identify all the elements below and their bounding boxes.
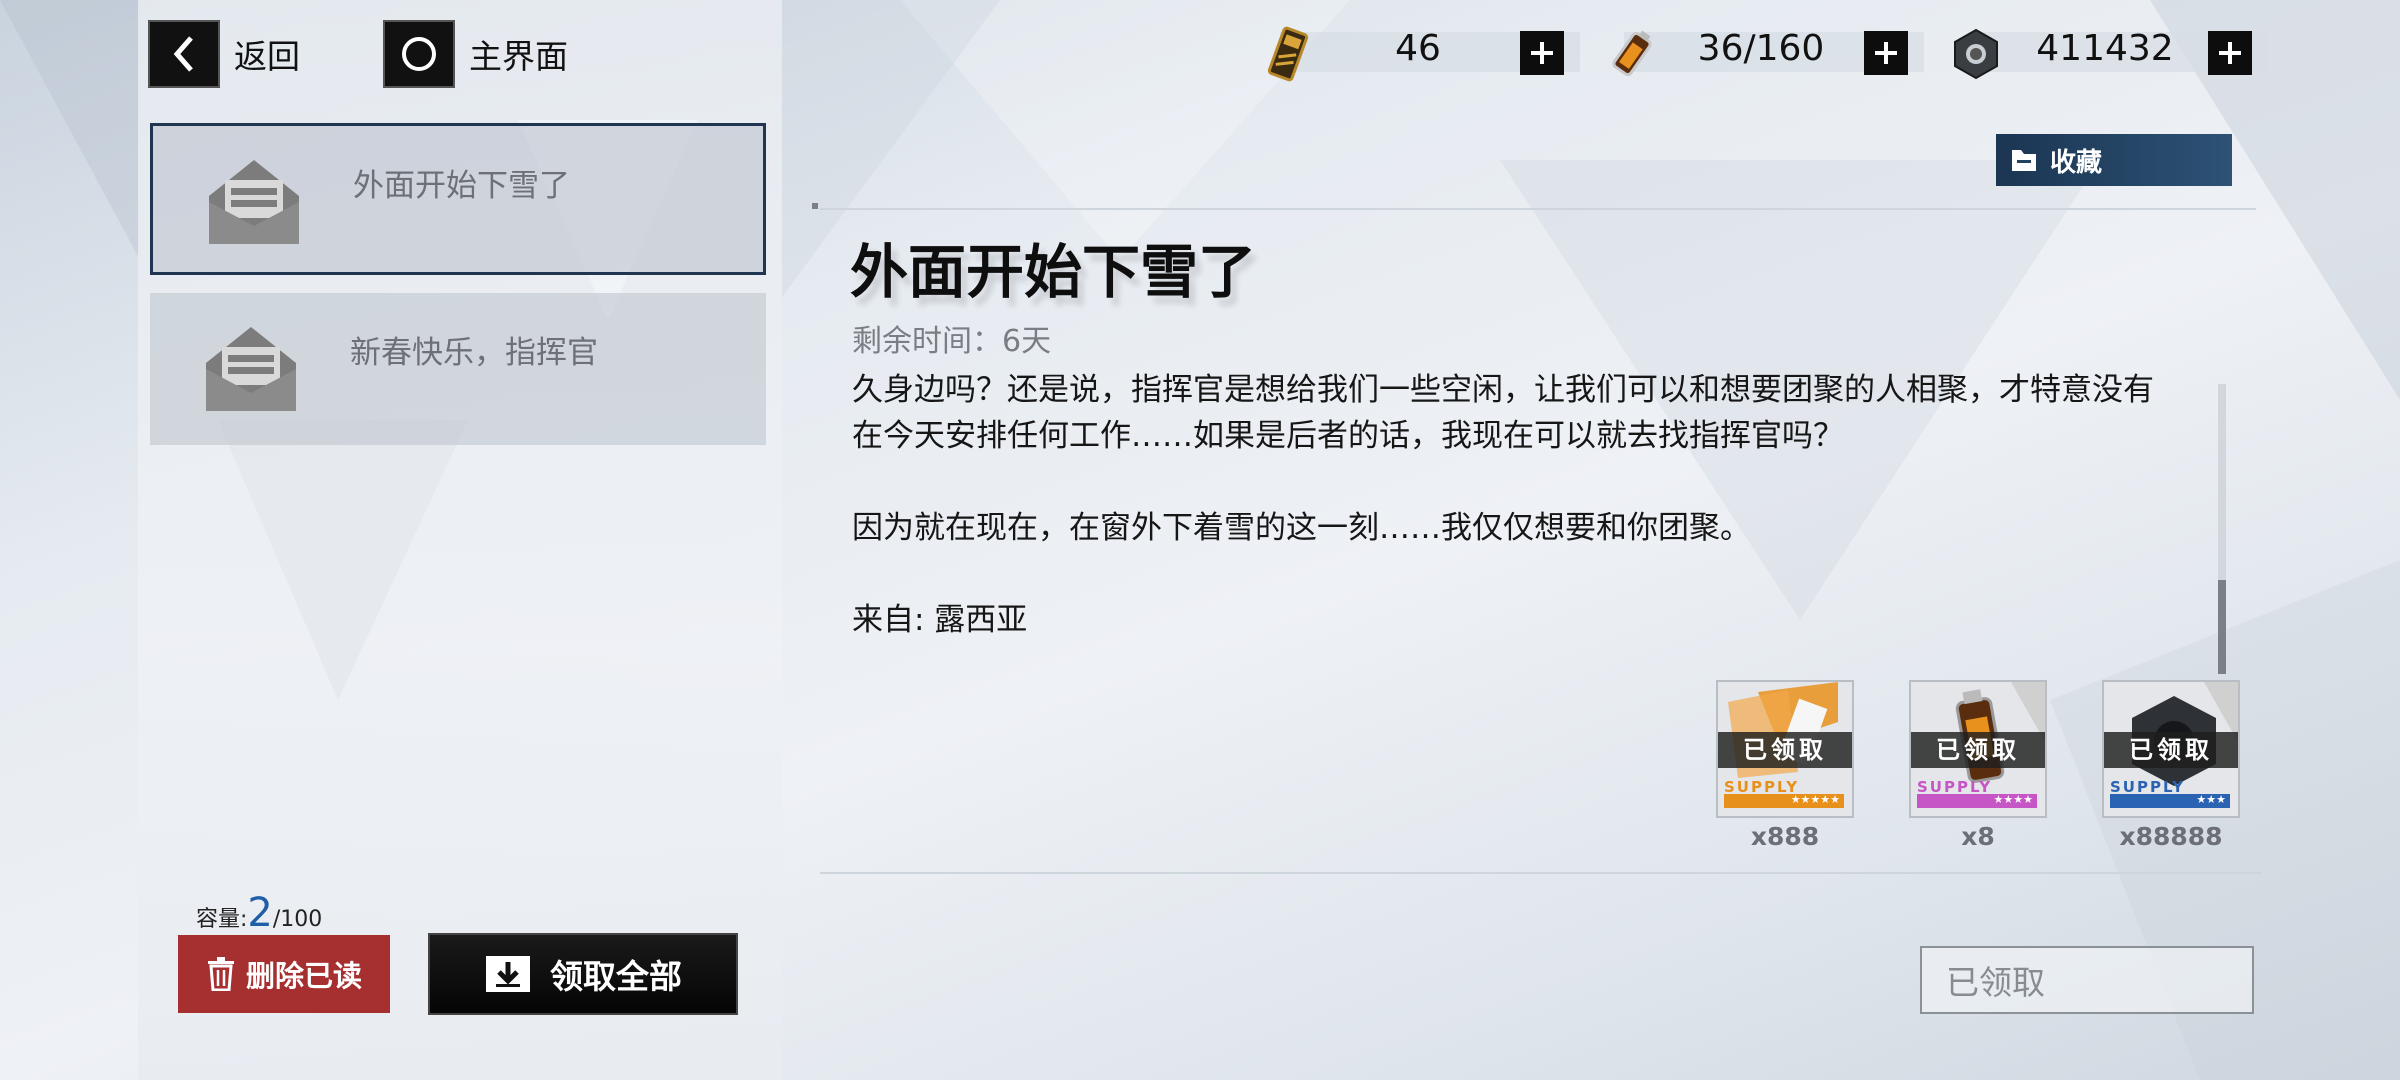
claimed-badge: 已领取 [1911, 732, 2045, 768]
download-icon [486, 956, 530, 992]
trash-icon [207, 957, 234, 991]
mail-list-title: 新春快乐，指挥官 [350, 335, 598, 371]
favorite-label: 收藏 [2050, 147, 2103, 178]
mail-title: 外面开始下雪了 [850, 238, 1257, 306]
resource-value-3: 411432 [2036, 28, 2174, 69]
mail-list-item[interactable]: 新春快乐，指挥官 [150, 293, 766, 445]
add-resource-1-button[interactable] [1520, 31, 1564, 75]
reward-item[interactable]: 已领取 SUPPLY ★★★ [2102, 680, 2240, 818]
remaining-time: 剩余时间：6天 [852, 324, 1052, 359]
favorite-button[interactable]: 收藏 [1996, 134, 2232, 186]
rarity-stars: ★★★★★ [1790, 793, 1840, 806]
rarity-stripe: ★★★★★ [1724, 793, 1844, 808]
rarity-stripe: ★★★ [2110, 793, 2230, 808]
back-label: 返回 [234, 37, 300, 76]
mail-body-line: 在今天安排任何工作……如果是后者的话，我现在可以就去找指挥官吗？ [852, 418, 1844, 454]
battery-icon [1604, 26, 1660, 86]
resource-value-1: 46 [1395, 28, 1441, 69]
reward-item[interactable]: 已领取 SUPPLY ★★★★★ [1716, 680, 1854, 818]
claimed-badge: 已领取 [1718, 732, 1852, 768]
open-envelope-icon [204, 323, 298, 419]
circle-home-icon [383, 20, 455, 88]
reward-count: x888 [1750, 822, 1820, 851]
mail-capacity: 容量:2/100 [196, 890, 322, 936]
delete-read-button[interactable]: 删除已读 [178, 935, 390, 1013]
open-envelope-icon [207, 156, 301, 252]
home-label: 主界面 [469, 37, 568, 76]
mail-list-title: 外面开始下雪了 [353, 168, 570, 204]
chevron-left-icon [148, 20, 220, 88]
claimed-button[interactable]: 已领取 [1920, 946, 2254, 1014]
folder-icon [2012, 150, 2036, 171]
rarity-stars: ★★★★ [1993, 793, 2033, 806]
plus-icon [1531, 42, 1553, 64]
delete-read-label: 删除已读 [245, 959, 362, 993]
claimed-badge: 已领取 [2104, 732, 2238, 768]
claim-all-button[interactable]: 领取全部 [428, 933, 738, 1015]
footer-divider [820, 872, 2262, 874]
header-divider [820, 208, 2256, 210]
mail-body-line: 久身边吗？还是说，指挥官是想给我们一些空闲，让我们可以和想要团聚的人相聚，才特意… [852, 372, 2154, 408]
rarity-stripe: ★★★★ [1917, 793, 2037, 808]
back-button[interactable]: 返回 [148, 20, 300, 88]
capacity-label: 容量: [196, 907, 248, 932]
plus-icon [1875, 42, 1897, 64]
plus-icon [2219, 42, 2241, 64]
capacity-max: /100 [272, 907, 323, 932]
gold-card-icon [1260, 26, 1316, 86]
mail-body-line: 来自: 露西亚 [852, 602, 1028, 638]
add-resource-3-button[interactable] [2208, 31, 2252, 75]
rarity-stars: ★★★ [2196, 793, 2226, 806]
divider-marker [812, 203, 818, 209]
reward-count: x8 [1961, 822, 1995, 851]
reward-item[interactable]: 已领取 SUPPLY ★★★★ [1909, 680, 2047, 818]
mail-scrollbar-thumb[interactable] [2218, 580, 2226, 674]
mail-body: 久身边吗？还是说，指挥官是想给我们一些空闲，让我们可以和想要团聚的人相聚，才特意… [852, 372, 2212, 642]
mail-body-line: 因为就在现在，在窗外下着雪的这一刻……我仅仅想要和你团聚。 [852, 510, 1751, 546]
home-button[interactable]: 主界面 [383, 20, 568, 88]
hex-nut-icon [1948, 26, 2004, 86]
reward-count: x88888 [2119, 822, 2223, 851]
claim-all-label: 领取全部 [550, 957, 682, 996]
capacity-current: 2 [247, 890, 273, 936]
mail-list-item[interactable]: 外面开始下雪了 [150, 123, 766, 275]
add-resource-2-button[interactable] [1864, 31, 1908, 75]
claimed-label: 已领取 [1946, 963, 2045, 1002]
resource-value-2: 36/160 [1697, 28, 1825, 69]
